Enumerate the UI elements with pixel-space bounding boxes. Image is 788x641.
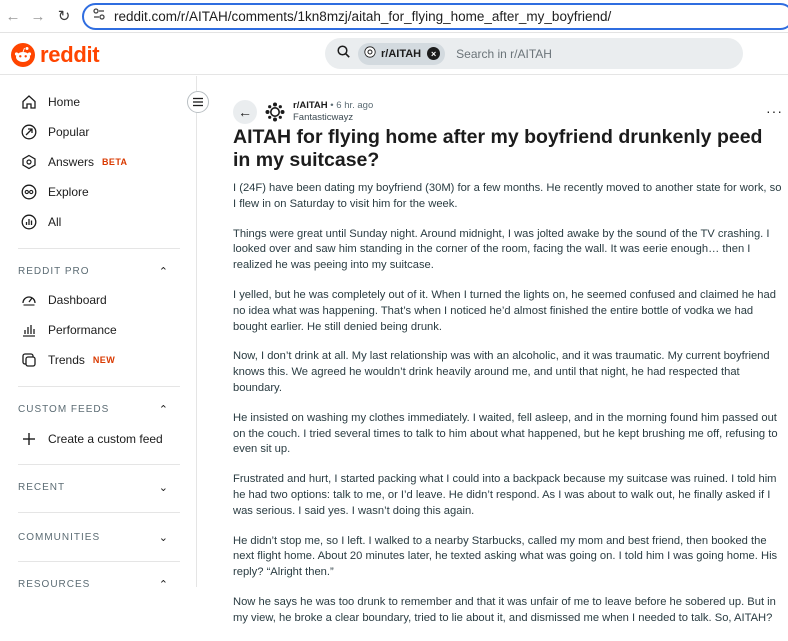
search-placeholder: Search in r/AITAH (456, 46, 552, 61)
post-meta: r/AITAH • 6 hr. ago Fantasticwayz (293, 100, 373, 124)
explore-icon (20, 183, 38, 201)
browser-toolbar: ← → ↻ reddit.com/r/AITAH/comments/1kn8mz… (0, 0, 788, 33)
sidebar-item-label: Home (48, 95, 81, 109)
sidebar-divider (18, 464, 180, 465)
post-paragraph: Things were great until Sunday night. Ar… (233, 227, 770, 272)
section-title: RESOURCES (18, 579, 91, 590)
sidebar-item-label: Performance (48, 323, 117, 337)
search-input[interactable]: r/AITAH × Search in r/AITAH (325, 38, 743, 69)
sidebar-item-dashboard[interactable]: Dashboard (20, 289, 107, 311)
sidebar-item-label: Answers (48, 155, 95, 169)
performance-icon (20, 321, 38, 339)
section-resources[interactable]: RESOURCES ⌃ (18, 578, 168, 591)
post-paragraph: Now, I don’t drink at all. My last relat… (233, 350, 770, 394)
subreddit-link[interactable]: r/AITAH (293, 100, 328, 111)
plus-icon (20, 430, 38, 448)
post-paragraph: Now he says he was too drunk to remember… (233, 595, 776, 624)
url-text: reddit.com/r/AITAH/comments/1kn8mzj/aita… (114, 9, 612, 24)
more-options-icon[interactable]: ··· (766, 103, 783, 119)
site-info-icon[interactable] (92, 7, 106, 26)
meta-separator: • (330, 100, 334, 111)
sidebar-item-label: Create a custom feed (48, 432, 163, 446)
post-title: AITAH for flying home after my boyfriend… (233, 126, 763, 171)
sidebar-item-answers[interactable]: Answers BETA (20, 151, 127, 173)
reload-icon[interactable]: ↻ (53, 5, 75, 27)
post-paragraph: Frustrated and hurt, I started packing w… (233, 473, 777, 517)
logo-text: reddit (40, 42, 100, 67)
home-icon (20, 93, 38, 111)
chevron-down-icon: ⌄ (158, 532, 168, 544)
subreddit-chip-icon (364, 45, 376, 63)
back-button[interactable]: ← (233, 100, 257, 124)
sidebar-divider (18, 386, 180, 387)
sidebar-item-label: Dashboard (48, 293, 107, 307)
post-paragraph: I (24F) have been dating my boyfriend (3… (233, 182, 782, 210)
subreddit-chip-label: r/AITAH (381, 47, 422, 60)
post-paragraph: He insisted on washing my clothes immedi… (233, 411, 778, 456)
section-title: REDDIT PRO (18, 266, 90, 277)
section-title: RECENT (18, 482, 66, 493)
reddit-header: reddit r/AITAH × Search in r/AITAH (0, 33, 788, 75)
trends-icon (20, 351, 38, 369)
sidebar-item-explore[interactable]: Explore (20, 181, 89, 203)
sidebar-divider (18, 512, 180, 513)
popular-icon (20, 123, 38, 141)
dashboard-icon (20, 291, 38, 309)
sidebar-item-all[interactable]: All (20, 211, 61, 233)
section-title: CUSTOM FEEDS (18, 404, 110, 415)
chevron-up-icon: ⌃ (158, 266, 168, 278)
sidebar-item-label: Popular (48, 125, 90, 139)
subreddit-search-chip[interactable]: r/AITAH × (358, 42, 446, 65)
sidebar-item-performance[interactable]: Performance (20, 319, 117, 341)
post-paragraph: I yelled, but he was completely out of i… (233, 288, 776, 333)
section-reddit-pro[interactable]: REDDIT PRO ⌃ (18, 265, 168, 278)
forward-arrow-icon[interactable]: → (27, 5, 49, 27)
sidebar-item-label: Trends (48, 353, 85, 367)
sidebar-item-home[interactable]: Home (20, 91, 80, 113)
collapse-sidebar-button[interactable] (187, 91, 209, 113)
post-age: 6 hr. ago (336, 100, 374, 111)
section-custom-feeds[interactable]: CUSTOM FEEDS ⌃ (18, 403, 168, 416)
reddit-snoo-icon (11, 43, 35, 67)
create-custom-feed-button[interactable]: Create a custom feed (20, 428, 163, 450)
post-author[interactable]: Fantasticwayz (293, 112, 373, 124)
post-paragraph: He didn’t stop me, so I left. I walked t… (233, 534, 778, 579)
subreddit-avatar-icon[interactable] (264, 101, 286, 123)
search-icon (337, 44, 350, 63)
remove-chip-icon[interactable]: × (427, 47, 441, 60)
new-badge: NEW (92, 355, 116, 365)
beta-badge: BETA (102, 157, 128, 167)
chevron-up-icon: ⌃ (158, 404, 168, 416)
sidebar-item-trends[interactable]: Trends NEW (20, 349, 115, 371)
section-communities[interactable]: COMMUNITIES ⌄ (18, 531, 168, 544)
menu-icon (193, 97, 203, 107)
chevron-down-icon: ⌄ (158, 482, 168, 494)
sidebar-item-label: Explore (48, 185, 89, 199)
post-body: I (24F) have been dating my boyfriend (3… (233, 181, 783, 641)
answers-icon (20, 153, 38, 171)
section-title: COMMUNITIES (18, 532, 101, 543)
reddit-logo[interactable]: reddit (11, 42, 100, 68)
all-icon (20, 213, 38, 231)
section-recent[interactable]: RECENT ⌄ (18, 481, 168, 494)
address-bar[interactable]: reddit.com/r/AITAH/comments/1kn8mzj/aita… (82, 3, 788, 30)
back-arrow-icon: ← (238, 104, 252, 120)
sidebar-item-popular[interactable]: Popular (20, 121, 89, 143)
left-sidebar: Home Popular Answers BETA Explore All RE… (0, 76, 197, 591)
chevron-up-icon: ⌃ (158, 579, 168, 591)
sidebar-item-label: All (48, 215, 62, 229)
sidebar-divider (18, 248, 180, 249)
back-arrow-icon[interactable]: ← (2, 5, 24, 27)
sidebar-divider (18, 561, 180, 562)
